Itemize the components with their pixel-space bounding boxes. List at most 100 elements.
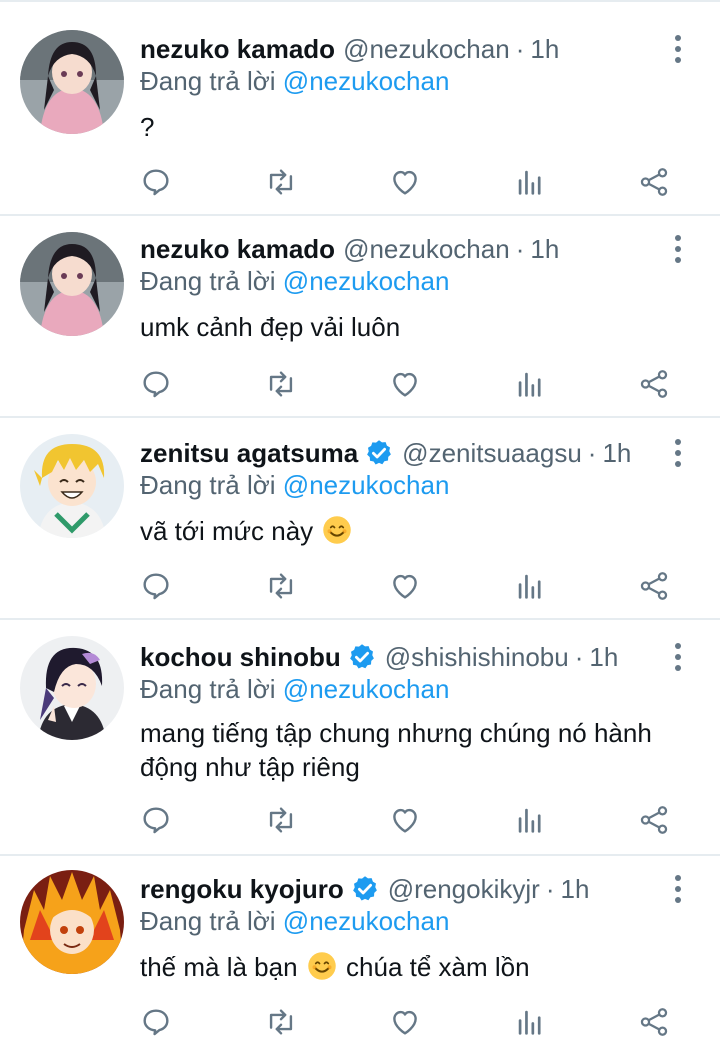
mention-link[interactable]: @nezukochan <box>283 906 450 936</box>
tweet-text: umk cảnh đẹp vải luôn <box>140 312 401 342</box>
timestamp[interactable]: 1h <box>560 874 589 905</box>
tweet-header: rengoku kyojuro @rengokikyjr · 1h <box>140 872 589 906</box>
username-handle[interactable]: @rengokikyjr <box>388 874 540 905</box>
tweet[interactable]: nezuko kamado @nezukochan · 1h Đang trả … <box>0 2 720 216</box>
tweet[interactable]: kochou shinobu @shishishinobu · 1h Đang … <box>0 620 720 856</box>
reply-icon <box>143 807 169 834</box>
zenitsu-avatar <box>20 434 124 538</box>
avatar[interactable] <box>20 232 124 336</box>
analytics-button[interactable] <box>510 364 550 404</box>
more-icon <box>675 439 681 445</box>
username-handle[interactable]: @zenitsuaagsu <box>402 438 582 469</box>
reply-button[interactable] <box>136 162 176 202</box>
timestamp[interactable]: 1h <box>530 34 559 65</box>
tweet-text: thế mà là bạn chúa tể xàm lồn <box>140 950 700 984</box>
more-options-button[interactable] <box>666 32 690 66</box>
share-button[interactable] <box>634 162 674 202</box>
retweet-icon <box>269 371 293 397</box>
share-button[interactable] <box>634 566 674 606</box>
verified-badge-icon <box>367 440 392 465</box>
retweet-icon <box>269 169 293 195</box>
tweet-actions <box>0 162 720 202</box>
mention-link[interactable]: @nezukochan <box>283 470 450 500</box>
timestamp[interactable]: 1h <box>589 642 618 673</box>
display-name[interactable]: nezuko kamado <box>140 34 335 65</box>
avatar[interactable] <box>20 434 124 538</box>
analytics-icon <box>518 170 541 195</box>
share-button[interactable] <box>634 364 674 404</box>
separator-dot: · <box>515 233 525 264</box>
more-options-button[interactable] <box>666 872 690 906</box>
username-handle[interactable]: @nezukochan <box>343 34 510 65</box>
tweet-actions <box>0 364 720 404</box>
separator-dot: · <box>515 33 525 64</box>
tweet[interactable]: rengoku kyojuro @rengokikyjr · 1h Đang t… <box>0 856 720 1053</box>
analytics-button[interactable] <box>510 566 550 606</box>
username-handle[interactable]: @nezukochan <box>343 234 510 265</box>
retweet-button[interactable] <box>261 1002 301 1042</box>
timestamp[interactable]: 1h <box>602 438 631 469</box>
analytics-button[interactable] <box>510 1002 550 1042</box>
like-button[interactable] <box>385 364 425 404</box>
tweet-header: nezuko kamado @nezukochan · 1h <box>140 232 559 266</box>
display-name[interactable]: zenitsu agatsuma <box>140 438 358 469</box>
shinobu-avatar <box>20 636 124 740</box>
analytics-icon <box>518 372 541 397</box>
analytics-icon <box>518 808 541 833</box>
share-icon <box>640 168 668 196</box>
tweet-header: kochou shinobu @shishishinobu · 1h <box>140 640 618 674</box>
tweet-header: zenitsu agatsuma @zenitsuaagsu · 1h <box>140 436 631 470</box>
like-icon <box>393 1010 417 1035</box>
retweet-icon <box>269 807 293 833</box>
nezuko-avatar <box>20 232 124 336</box>
retweet-button[interactable] <box>261 800 301 840</box>
replying-to-line: Đang trả lời @nezukochan <box>140 470 449 501</box>
more-options-button[interactable] <box>666 640 690 674</box>
separator-dot: · <box>545 873 555 904</box>
like-icon <box>393 372 417 397</box>
like-button[interactable] <box>385 800 425 840</box>
reply-icon <box>143 1009 169 1036</box>
share-icon <box>640 370 668 398</box>
retweet-button[interactable] <box>261 566 301 606</box>
display-name[interactable]: nezuko kamado <box>140 234 335 265</box>
rengoku-avatar <box>20 870 124 974</box>
like-button[interactable] <box>385 162 425 202</box>
username-handle[interactable]: @shishishinobu <box>385 642 569 673</box>
avatar[interactable] <box>20 30 124 134</box>
display-name[interactable]: kochou shinobu <box>140 642 341 673</box>
tweet[interactable]: nezuko kamado @nezukochan · 1h Đang trả … <box>0 216 720 418</box>
tweet-text-part: thế mà là bạn <box>140 952 298 982</box>
avatar[interactable] <box>20 636 124 740</box>
mention-link[interactable]: @nezukochan <box>283 266 450 296</box>
analytics-button[interactable] <box>510 800 550 840</box>
tweet-header: nezuko kamado @nezukochan · 1h <box>140 32 559 66</box>
like-icon <box>393 170 417 195</box>
reply-button[interactable] <box>136 364 176 404</box>
separator-dot: · <box>587 437 597 468</box>
more-options-button[interactable] <box>666 436 690 470</box>
reply-button[interactable] <box>136 800 176 840</box>
replying-to-label: Đang trả lời <box>140 66 276 96</box>
analytics-button[interactable] <box>510 162 550 202</box>
reply-button[interactable] <box>136 566 176 606</box>
tweet-text-part: vã tới mức này <box>140 516 314 546</box>
more-options-button[interactable] <box>666 232 690 266</box>
share-button[interactable] <box>634 1002 674 1042</box>
reply-button[interactable] <box>136 1002 176 1042</box>
analytics-icon <box>518 574 541 599</box>
timestamp[interactable]: 1h <box>530 234 559 265</box>
avatar[interactable] <box>20 870 124 974</box>
mention-link[interactable]: @nezukochan <box>283 674 450 704</box>
retweet-button[interactable] <box>261 162 301 202</box>
share-button[interactable] <box>634 800 674 840</box>
like-button[interactable] <box>385 1002 425 1042</box>
retweet-icon <box>269 573 293 599</box>
mention-link[interactable]: @nezukochan <box>283 66 450 96</box>
like-button[interactable] <box>385 566 425 606</box>
tweet[interactable]: zenitsu agatsuma @zenitsuaagsu · 1h Đang… <box>0 418 720 620</box>
share-icon <box>640 572 668 600</box>
display-name[interactable]: rengoku kyojuro <box>140 874 344 905</box>
smiling-face-emoji <box>308 952 336 980</box>
retweet-button[interactable] <box>261 364 301 404</box>
